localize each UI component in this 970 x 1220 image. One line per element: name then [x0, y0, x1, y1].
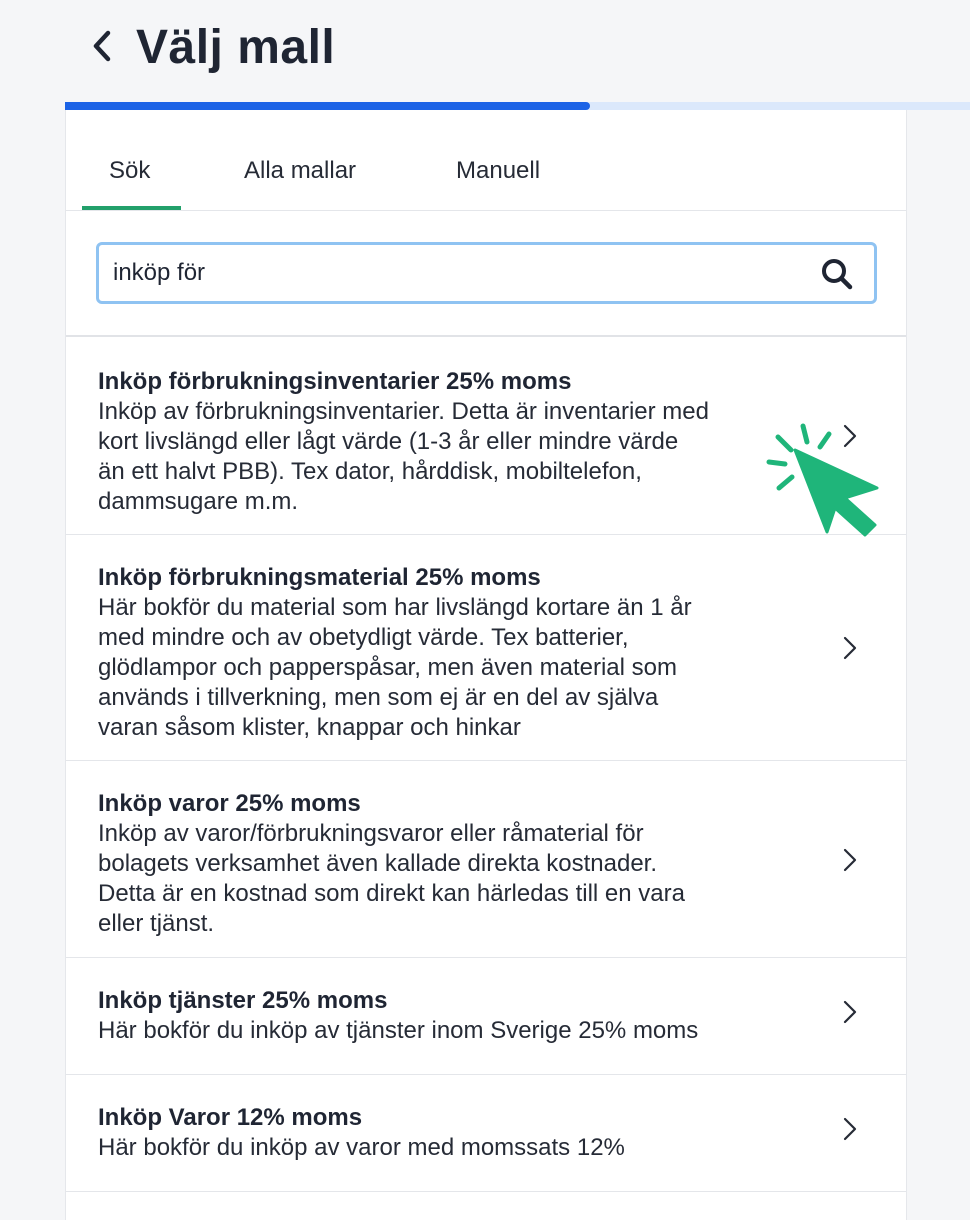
result-description-line: används i tillverkning, men som ej är en… [98, 684, 659, 711]
result-description-line: bolagets verksamhet även kallade direkta… [98, 850, 657, 877]
template-panel: Sök Alla mallar Manuell Inköp förbruknin… [65, 110, 907, 1220]
result-description-line: Här bokför du inköp av tjänster inom Sve… [98, 1017, 699, 1044]
result-title: Inköp förbrukningsmaterial 25% moms [98, 564, 541, 591]
result-description-line: än ett halvt PBB). Tex dator, hårddisk, … [98, 458, 642, 485]
result-title: Inköp tjänster 25% moms [98, 987, 388, 1014]
chevron-right-icon [843, 424, 857, 448]
result-description-line: Här bokför du material som har livslängd… [98, 594, 692, 621]
chevron-right-icon [843, 1000, 857, 1024]
result-item[interactable]: Inköp förbrukningsmaterial 25% moms Här … [66, 535, 906, 761]
result-description-line: Här bokför du inköp av varor med momssat… [98, 1134, 625, 1161]
result-title: Inköp varor 25% moms [98, 790, 361, 817]
search-box [96, 242, 877, 304]
tab-search[interactable]: Sök [109, 156, 150, 186]
result-item[interactable]: Inköp tjänster 25% moms Här bokför du in… [66, 958, 906, 1075]
result-description-line: varan såsom klister, knappar och hinkar [98, 714, 521, 741]
result-description-line: dammsugare m.m. [98, 488, 299, 515]
result-description-line: eller tjänst. [98, 910, 215, 937]
search-input[interactable] [113, 245, 793, 301]
search-icon[interactable] [820, 257, 854, 291]
chevron-right-icon [843, 636, 857, 660]
result-item[interactable]: Inköp Varor 12% moms Här bokför du inköp… [66, 1075, 906, 1192]
result-item[interactable]: Inköp förbrukningsinventarier 25% moms I… [66, 337, 906, 535]
header: Välj mall [0, 0, 970, 102]
active-tab-indicator [82, 206, 181, 210]
chevron-right-icon [843, 1117, 857, 1141]
result-description-line: Inköp av förbrukningsinventarier. Detta … [98, 398, 709, 425]
result-title: Inköp Varor 12% moms [98, 1104, 363, 1131]
page: Välj mall Sök Alla mallar Manuell Inköp … [0, 0, 970, 1220]
chevron-left-icon [93, 30, 111, 62]
result-title: Inköp förbrukningsinventarier 25% moms [98, 368, 572, 395]
chevron-right-icon [843, 848, 857, 872]
page-title: Välj mall [136, 21, 336, 74]
result-description-line: Detta är en kostnad som direkt kan härle… [98, 880, 685, 907]
progress-fill [65, 102, 590, 110]
result-description-line: kort livslängd eller lågt värde (1-3 år … [98, 428, 679, 455]
result-description-line: med mindre och av obetydligt värde. Tex … [98, 624, 629, 651]
tab-bar: Sök Alla mallar Manuell [66, 110, 906, 211]
result-item[interactable]: Inköp varor 25% moms Inköp av varor/förb… [66, 761, 906, 958]
tab-manual[interactable]: Manuell [456, 156, 540, 186]
tab-all-templates[interactable]: Alla mallar [244, 156, 356, 186]
back-button[interactable] [84, 26, 120, 66]
search-area [66, 211, 906, 337]
result-list: Inköp förbrukningsinventarier 25% moms I… [66, 337, 906, 1192]
result-description-line: glödlampor och papperspåsar, men även ma… [98, 654, 677, 681]
result-description-line: Inköp av varor/förbrukningsvaror eller r… [98, 820, 644, 847]
progress-bar [65, 102, 970, 110]
